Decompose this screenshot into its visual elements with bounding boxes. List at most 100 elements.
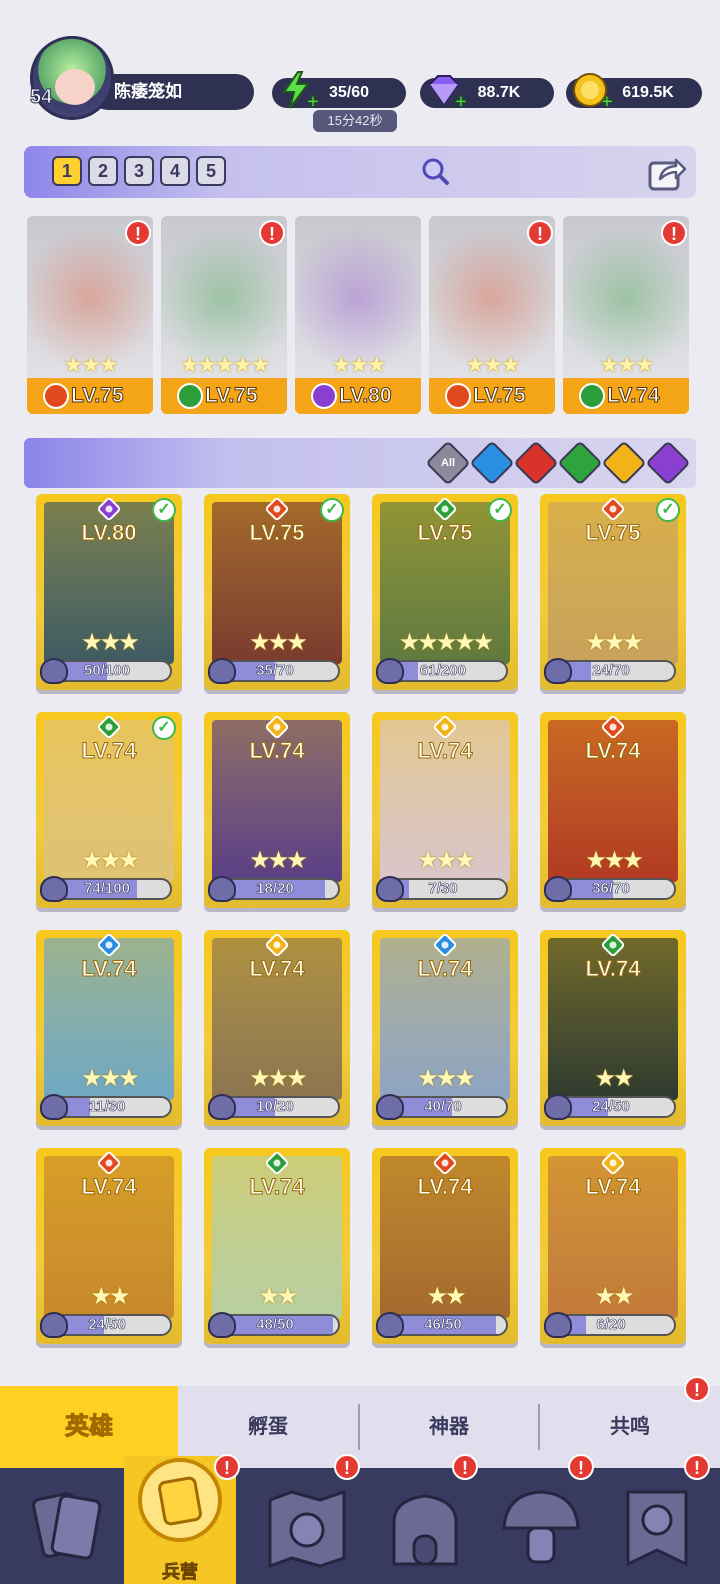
shard-icon <box>376 658 404 684</box>
search-icon[interactable] <box>420 156 450 186</box>
element-nature-icon <box>97 715 121 739</box>
cards-icon[interactable] <box>22 1482 112 1572</box>
resonance-alert-badge: ! <box>684 1376 710 1402</box>
hero-level: LV.75 <box>205 384 259 408</box>
team-slot-3[interactable]: 3 <box>124 156 154 186</box>
team-slot-1[interactable]: 1 <box>52 156 82 186</box>
map-icon[interactable] <box>262 1482 352 1572</box>
castle-icon[interactable] <box>380 1482 470 1572</box>
hero-card[interactable]: LV.74 ★★★ 40/70 <box>372 930 518 1126</box>
mushroom-icon[interactable] <box>496 1482 586 1572</box>
shard-icon <box>40 876 68 902</box>
hero-stars: ★★★ <box>249 1065 308 1092</box>
team-slot-4[interactable]: 4 <box>160 156 190 186</box>
hero-card[interactable]: LV.74 ★★ 24/50 <box>540 930 686 1126</box>
barracks-alert-badge: ! <box>214 1454 240 1480</box>
banner-alert-badge: ! <box>684 1454 710 1480</box>
castle-alert-badge: ! <box>452 1454 478 1480</box>
filter-all[interactable]: All <box>425 440 471 486</box>
energy-add-icon[interactable]: + <box>305 92 321 113</box>
filter-element-icon[interactable] <box>601 440 647 486</box>
shard-icon <box>208 1312 236 1338</box>
shard-icon <box>208 876 236 902</box>
shard-icon <box>544 658 572 684</box>
hero-card[interactable]: LV.74 ★★★ 36/70 <box>540 712 686 908</box>
element-fire-icon <box>43 383 69 409</box>
team-slot-5[interactable]: 5 <box>196 156 226 186</box>
hero-stars: ★★ <box>258 1283 298 1310</box>
hero-stars: ★★★ <box>417 1065 476 1092</box>
gems-add-icon[interactable]: + <box>453 92 469 113</box>
hero-level: LV.74 <box>585 956 641 982</box>
filter-element-icon[interactable] <box>469 440 515 486</box>
element-dark-icon <box>311 383 337 409</box>
shard-icon <box>376 876 404 902</box>
hero-card[interactable]: LV.74 ★★★ 18/20 <box>204 712 350 908</box>
hero-stars: ★★★ <box>249 629 308 656</box>
nav-barracks-label: 兵营 <box>162 1562 199 1583</box>
selected-check-icon: ✓ <box>488 498 512 522</box>
hero-card[interactable]: LV.75 ★★★ 24/70 ✓ <box>540 494 686 690</box>
shard-icon <box>208 1094 236 1120</box>
filter-element-icon[interactable] <box>645 440 691 486</box>
team-hero-card[interactable]: ★★★★★ LV.75! <box>161 216 287 414</box>
element-light-icon <box>601 1151 625 1175</box>
element-fire-icon <box>445 383 471 409</box>
sub-tab-bar: 英雄 孵蛋 神器 共鸣 ! <box>0 1376 720 1468</box>
hero-level: LV.74 <box>249 1174 305 1200</box>
hero-level: LV.74 <box>585 738 641 764</box>
hero-card[interactable]: LV.75 ★★★★★ 61/200 ✓ <box>372 494 518 690</box>
shard-icon <box>208 658 236 684</box>
hero-card[interactable]: LV.74 ★★ 48/50 <box>204 1148 350 1344</box>
hero-stars: ★★ <box>90 1283 130 1310</box>
hero-level: LV.75 <box>585 520 641 546</box>
coins-add-icon[interactable]: + <box>599 92 615 113</box>
element-nature-icon <box>601 933 625 957</box>
hero-level: LV.80 <box>81 520 137 546</box>
hero-stars: ★★★★★ <box>179 352 271 377</box>
hero-stars: ★★ <box>426 1283 466 1310</box>
team-hero-card[interactable]: ★★★ LV.80 <box>295 216 421 414</box>
hero-level: LV.75 <box>473 384 527 408</box>
filter-element-icon[interactable] <box>557 440 603 486</box>
hero-card[interactable]: LV.74 ★★ 24/50 <box>36 1148 182 1344</box>
hero-portrait <box>295 216 421 366</box>
hero-level: LV.74 <box>417 956 473 982</box>
share-icon[interactable] <box>646 151 688 193</box>
hero-card[interactable]: LV.74 ★★★ 11/30 <box>36 930 182 1126</box>
hero-card[interactable]: LV.75 ★★★ 35/70 ✓ <box>204 494 350 690</box>
bottom-nav: 兵营 ! ! ! ! ! <box>0 1454 720 1584</box>
filter-label: All <box>440 457 456 469</box>
team-hero-card[interactable]: ★★★ LV.74! <box>563 216 689 414</box>
element-light-icon <box>265 933 289 957</box>
top-bar: 陈痿笼如 54 35/60 + 15分42秒 88.7K + 619.5K + <box>0 0 720 140</box>
banner-icon[interactable] <box>612 1482 702 1572</box>
hero-card[interactable]: LV.74 ★★★ 10/20 <box>204 930 350 1126</box>
hero-level: LV.74 <box>81 956 137 982</box>
shard-icon <box>544 1312 572 1338</box>
team-hero-card[interactable]: ★★★ LV.75! <box>429 216 555 414</box>
hero-card[interactable]: LV.74 ★★★ 7/30 <box>372 712 518 908</box>
selected-check-icon: ✓ <box>320 498 344 522</box>
tab-artifact[interactable]: 神器 <box>360 1386 538 1468</box>
hero-stars: ★★★ <box>585 629 644 656</box>
hero-alert-badge: ! <box>125 220 151 246</box>
hero-card[interactable]: LV.74 ★★★ 74/100 ✓ <box>36 712 182 908</box>
hero-level: LV.74 <box>417 738 473 764</box>
hero-card[interactable]: LV.74 ★★ 46/50 <box>372 1148 518 1344</box>
hero-alert-badge: ! <box>259 220 285 246</box>
team-slot-2[interactable]: 2 <box>88 156 118 186</box>
map-alert-badge: ! <box>334 1454 360 1480</box>
hero-level: LV.75 <box>417 520 473 546</box>
hero-stars: ★★ <box>594 1283 634 1310</box>
filter-element-icon[interactable] <box>513 440 559 486</box>
hero-stars: ★★★ <box>417 847 476 874</box>
energy-timer: 15分42秒 <box>313 110 397 132</box>
shard-icon <box>376 1312 404 1338</box>
hero-card[interactable]: LV.80 ★★★ 50/100 ✓ <box>36 494 182 690</box>
team-hero-card[interactable]: ★★★ LV.75! <box>27 216 153 414</box>
element-nature-icon <box>579 383 605 409</box>
hero-stars: ★★★ <box>585 847 644 874</box>
player-name: 陈痿笼如 <box>90 74 254 110</box>
hero-card[interactable]: LV.74 ★★ 6/20 <box>540 1148 686 1344</box>
